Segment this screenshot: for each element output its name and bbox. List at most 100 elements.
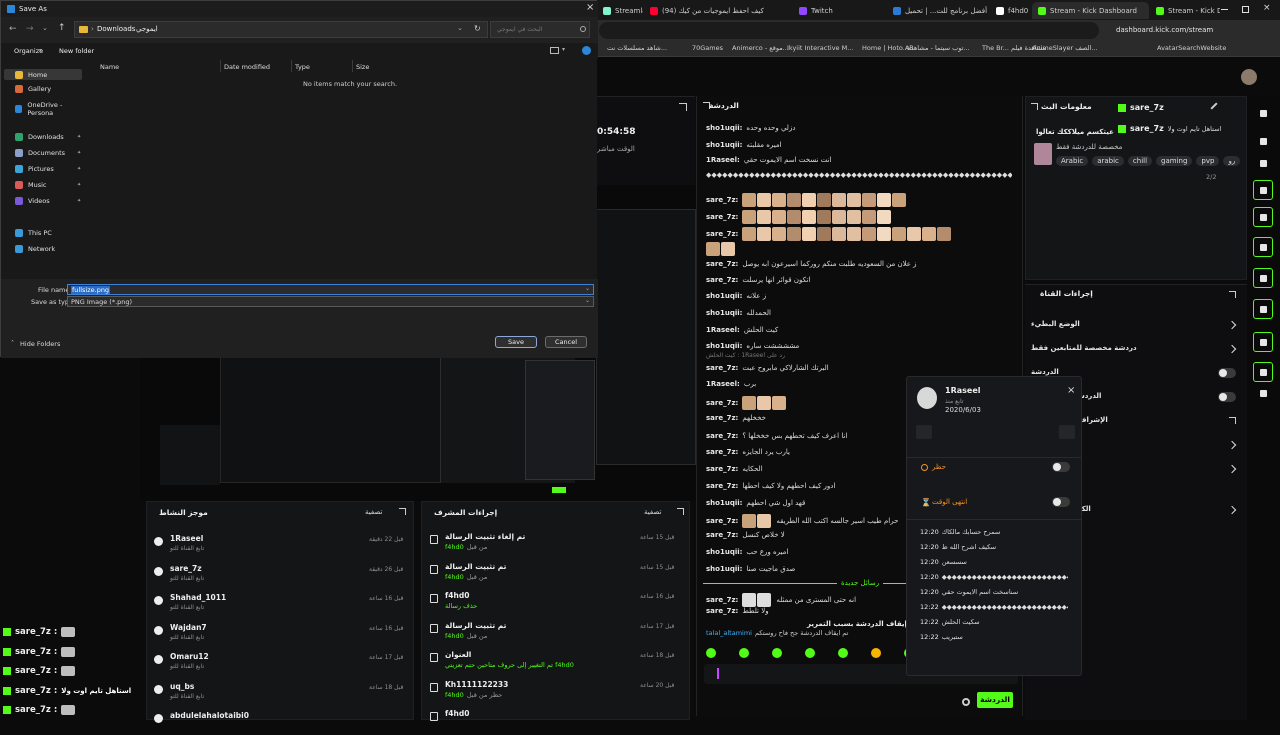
chat-paused-banner[interactable]: تم إيقاف الدردشة بسبب التمرير (807, 620, 917, 628)
chat-username[interactable]: sho1uqii: (706, 499, 742, 507)
chat-username[interactable]: sare_7z: (706, 432, 738, 440)
activity-user[interactable]: sare_7z (170, 564, 202, 573)
emote-picker-icon[interactable] (772, 648, 782, 658)
activity-item[interactable]: Omaru12 تابع القناة للتو قبل 17 ساعة (147, 650, 413, 676)
chat-username[interactable]: sho1uqii: (706, 342, 742, 350)
rail-tool-icon[interactable] (1253, 180, 1273, 200)
rail-tool-icon[interactable] (1253, 299, 1273, 319)
browser-tab[interactable]: Stream - Kick Dashboard (1032, 2, 1149, 19)
chat-message[interactable]: sho1uqii: دزلي وحده وحده (706, 124, 1012, 132)
sidebar-item-this-pc[interactable]: This PC (15, 229, 52, 237)
column-header[interactable]: Size (356, 63, 369, 71)
bookmark-item[interactable]: شاهد مسلسلات نت... (607, 44, 667, 52)
save-type-select[interactable]: PNG Image (*.png) (67, 296, 594, 307)
sidebar-item-documents[interactable]: Documents ✦ (15, 149, 81, 157)
sidebar-item-pictures[interactable]: Pictures ✦ (15, 165, 81, 173)
mod-action-item[interactable]: تم تثبيت الرسالة f4hd0 من قبل قبل 17 ساعة (422, 619, 689, 645)
chat-message[interactable] (706, 242, 1012, 256)
action-toggle[interactable] (1218, 392, 1236, 402)
chat-message[interactable]: sho1uqii: مششششت ساره (706, 342, 1012, 350)
chat-message[interactable]: sare_7z: (706, 227, 1012, 241)
maximize-icon[interactable] (1242, 6, 1249, 13)
recent-dropdown-icon[interactable]: ⌄ (42, 24, 48, 32)
cancel-button[interactable]: Cancel (545, 336, 587, 348)
tag-chip[interactable]: gaming (1156, 156, 1193, 166)
chat-username[interactable]: sho1uqii: (706, 309, 742, 317)
sidebar-item-network[interactable]: Network (15, 245, 55, 253)
save-button[interactable]: Save (495, 336, 537, 348)
mod-action-item[interactable]: f4hd0 حذف رسالة قبل 16 ساعة (422, 589, 689, 615)
tag-chip[interactable]: arabic (1092, 156, 1124, 166)
bookmark-item[interactable]: Ikyiit Interactive M... (787, 44, 853, 52)
chat-username[interactable]: 1Raseel: (706, 156, 740, 164)
mod-action-item[interactable]: Kh1111122233 f4hd0 حظر من قبل قبل 20 ساعة (422, 678, 689, 704)
send-chat-button[interactable]: الدردشة (977, 692, 1013, 708)
emote-picker-icon[interactable] (838, 648, 848, 658)
chat-message[interactable]: 1Raseel: انت نسخت اسم الايموت حقي (706, 156, 1012, 164)
chat-username[interactable]: sare_7z: (706, 364, 738, 372)
hide-folders-button[interactable]: Hide Folders (20, 340, 60, 348)
rail-tool-icon[interactable] (1253, 268, 1273, 288)
chat-username[interactable]: sare_7z: (706, 465, 738, 473)
path-folder[interactable]: ايموجي (136, 25, 158, 33)
rail-tool-icon[interactable] (1258, 388, 1268, 398)
chat-username[interactable]: sare_7z: (706, 596, 738, 604)
chat-username[interactable]: sare_7z: (706, 448, 738, 456)
activity-user[interactable]: abdulelahalotaibi0 (170, 711, 249, 720)
sidebar-item-videos[interactable]: Videos ✦ (15, 197, 81, 205)
file-name-dropdown-icon[interactable]: ⌄ (585, 285, 590, 292)
chat-message[interactable]: sare_7z: (706, 193, 1012, 207)
sidebar-item-onedrive-persona[interactable]: OneDrive - Persona (15, 101, 85, 117)
rail-tool-icon[interactable] (1253, 362, 1273, 382)
help-icon[interactable] (582, 46, 591, 55)
activity-item[interactable]: uq_bs تابع القناة للتو قبل 18 ساعة (147, 680, 413, 706)
ban-toggle[interactable] (1052, 462, 1070, 472)
browser-tab[interactable]: f4hd0 | تصنيف (990, 2, 1030, 19)
back-icon[interactable]: ← (9, 24, 17, 34)
chat-message[interactable]: sare_7z: ز علان من السعوديه طلبت منكم رور… (706, 260, 1012, 268)
rail-tool-icon[interactable] (1253, 207, 1273, 227)
save-type-dropdown-icon[interactable]: ⌄ (585, 297, 590, 304)
url-text[interactable]: dashboard.kick.com/stream (1116, 26, 1213, 34)
chat-username[interactable]: sare_7z: (706, 196, 738, 204)
up-icon[interactable]: ↑ (58, 23, 66, 33)
expand-icon[interactable] (1229, 291, 1236, 298)
tag-chip[interactable]: رو (1223, 156, 1241, 166)
mod-action-item[interactable]: تم إلغاء تثبيت الرسالة f4hd0 من قبل قبل 15 … (422, 530, 689, 556)
activity-item[interactable]: sare_7z تابع القناة للتو قبل 26 دقيقة (147, 562, 413, 588)
mod-action-user[interactable]: f4hd0 (445, 632, 464, 640)
chat-message[interactable]: sho1uqii: ز علانه (706, 292, 1012, 300)
chat-username[interactable]: sare_7z: (706, 607, 738, 615)
hide-folders-chevron-icon[interactable]: ˄ (11, 340, 14, 347)
chat-username[interactable]: sare_7z: (706, 531, 738, 539)
activity-filter-button[interactable]: تصفية (365, 508, 382, 516)
mod-badge-button[interactable] (1059, 425, 1075, 439)
emote-picker-icon[interactable] (805, 648, 815, 658)
chat-username[interactable]: sare_7z: (706, 230, 738, 238)
mod-action-user[interactable]: حذف رسالة (445, 602, 477, 610)
minimize-icon[interactable] (1221, 9, 1228, 10)
dialog-close-icon[interactable]: × (586, 2, 594, 13)
channel-action-row[interactable]: الوضع البطيء (1025, 318, 1247, 334)
bookmark-item[interactable]: Home | Hoto.AB (862, 44, 914, 52)
mod-action-user[interactable]: f4hd0 (445, 573, 464, 581)
chat-message[interactable]: ◆◆◆◆◆◆◆◆◆◆◆◆◆◆◆◆◆◆◆◆◆◆◆◆◆◆◆◆◆◆◆◆◆◆◆◆◆◆◆◆… (706, 171, 1012, 179)
chat-username[interactable]: sare_7z: (706, 517, 738, 525)
chat-username[interactable]: sare_7z: (706, 276, 738, 284)
emote-picker-icon[interactable] (739, 648, 749, 658)
chat-username[interactable]: 1Raseel: (706, 380, 740, 388)
follow-button[interactable] (916, 425, 932, 439)
sidebar-item-music[interactable]: Music ✦ (15, 181, 81, 189)
bookmark-item[interactable]: AnimeSlayer الصف... (1032, 44, 1098, 52)
emote-picker-icon[interactable] (871, 648, 881, 658)
file-name-input[interactable]: fullsize.png (67, 284, 594, 295)
activity-item[interactable]: Shahad_1011 تابع القناة للتو قبل 16 ساعة (147, 591, 413, 617)
mod-action-user[interactable]: f4hd0 (445, 691, 464, 699)
view-options-icon[interactable] (550, 47, 559, 54)
channel-action-row[interactable]: دردشة مخصصة للمتابعين فقط (1025, 342, 1247, 358)
activity-user[interactable]: 1Raseel (170, 534, 203, 543)
activity-item[interactable]: abdulelahalotaibi0 (147, 709, 413, 735)
chat-username[interactable]: sare_7z: (706, 482, 738, 490)
profile-avatar[interactable] (1241, 69, 1257, 85)
chat-username[interactable]: sho1uqii: (706, 124, 742, 132)
